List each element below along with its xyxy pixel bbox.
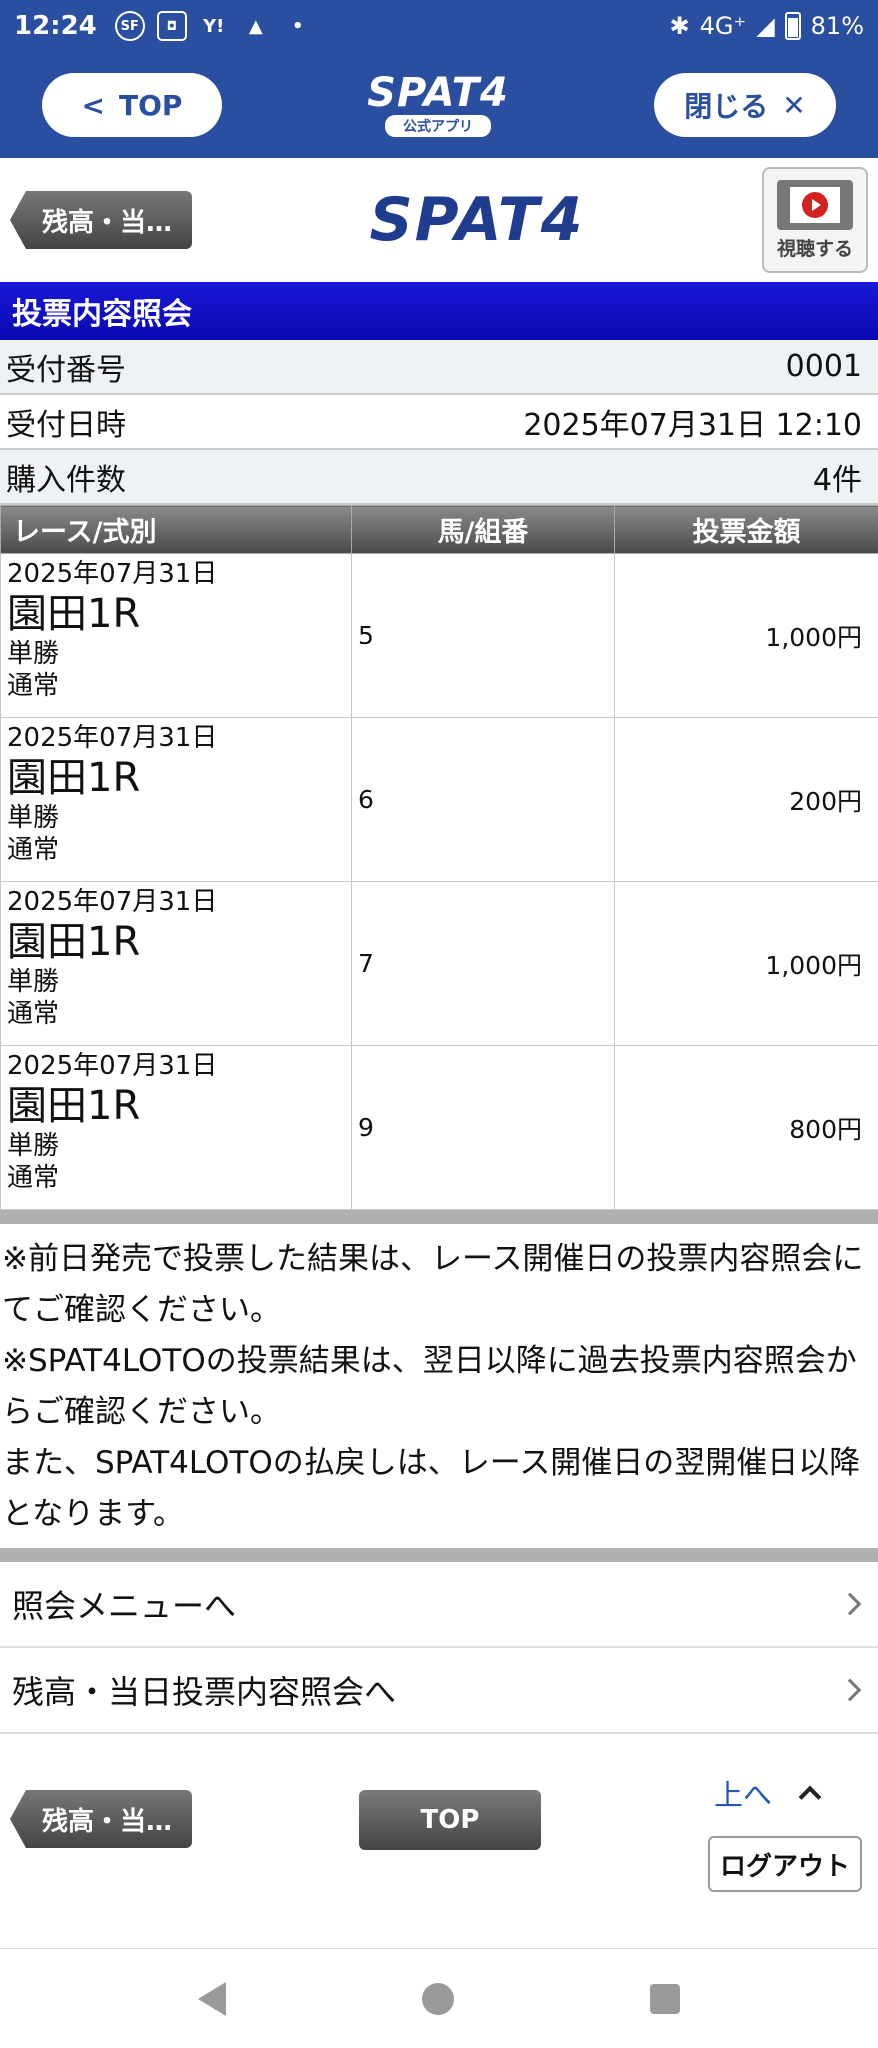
bluetooth-icon: ✱ [669,12,690,40]
note-text: また、SPAT4LOTOの払戻しは、レース開催日の翌開催日以降となります。 [2,1445,861,1532]
mountain-notification-icon: ▲ [248,15,263,37]
bet-mode: 通常 [7,671,60,701]
bet-amount: 1,000円 [614,881,878,1046]
footer-nav: 残高・当… TOP 上へ ログアウト [0,1734,878,1974]
race-name: 園田1R [7,1083,141,1129]
footer-top-button[interactable]: TOP [359,1790,541,1850]
bet-amount: 800円 [614,1045,878,1210]
app-header: < TOP SPAT4 公式アプリ 閉じる ✕ [0,52,878,158]
chevron-left-icon: < [81,88,106,122]
race-name: 園田1R [7,755,141,801]
table-header-row: レース/式別 馬/組番 投票金額 [0,505,878,554]
logout-button[interactable]: ログアウト [708,1836,862,1892]
table-row: 2025年07月31日 園田1R 単勝 通常 6 200円 [0,717,878,882]
recent-apps-icon[interactable] [650,1983,680,2014]
info-label: 受付日時 [6,407,126,443]
back-button[interactable]: 残高・当… [10,191,192,249]
header-number: 馬/組番 [351,505,615,554]
scroll-top-label: 上へ [714,1778,773,1812]
race-date: 2025年07月31日 [7,1051,218,1081]
header-amount: 投票金額 [614,505,878,554]
bet-mode: 通常 [7,999,60,1029]
chevron-right-icon [838,1592,862,1616]
receipt-number-row: 受付番号 0001 [0,340,878,395]
image-notification-icon: ◘ [156,11,187,41]
menu-item-label: 照会メニューへ [12,1587,237,1625]
bets-table: レース/式別 馬/組番 投票金額 2025年07月31日 園田1R 単勝 通常 … [0,505,878,1210]
divider [0,1548,878,1562]
info-value: 4件 [812,462,862,498]
note-text: ※SPAT4LOTOの投票結果は、翌日以降に過去投票内容照会からご確認ください。 [2,1343,857,1430]
play-icon [802,191,828,218]
race-cell: 2025年07月31日 園田1R 単勝 通常 [0,881,352,1046]
horse-number: 5 [351,553,615,718]
table-row: 2025年07月31日 園田1R 単勝 通常 7 1,000円 [0,881,878,1046]
inquiry-menu-link[interactable]: 照会メニューへ [0,1562,878,1648]
purchase-count-row: 購入件数 4件 [0,450,878,505]
close-button[interactable]: 閉じる ✕ [653,73,836,137]
bet-amount: 200円 [614,717,878,882]
race-name: 園田1R [7,591,141,637]
system-nav-bar [0,1948,878,2048]
top-button-label: TOP [119,88,183,122]
scroll-top-link[interactable]: 上へ [714,1772,822,1814]
horse-number: 6 [351,717,615,882]
app-logo-text: SPAT4 [367,70,509,116]
notes: ※前日発売で投票した結果は、レース開催日の投票内容照会にてご確認ください。 ※S… [0,1224,878,1548]
bet-type: 単勝 [7,803,60,833]
divider [0,1210,878,1224]
app-logo-subtitle: 公式アプリ [384,115,491,137]
header-race: レース/式別 [0,505,352,554]
horse-number: 9 [351,1045,615,1210]
table-row: 2025年07月31日 園田1R 単勝 通常 9 800円 [0,1045,878,1210]
info-value: 2025年07月31日 12:10 [523,407,862,443]
race-cell: 2025年07月31日 園田1R 単勝 通常 [0,717,352,882]
bet-type: 単勝 [7,967,60,997]
horse-number: 7 [351,881,615,1046]
note-text: ※前日発売で投票した結果は、レース開催日の投票内容照会にてご確認ください。 [2,1241,864,1328]
back-icon[interactable] [198,1981,226,2016]
watch-button-label: 視聴する [776,237,853,260]
table-row: 2025年07月31日 園田1R 単勝 通常 5 1,000円 [0,553,878,718]
balance-inquiry-link[interactable]: 残高・当日投票内容照会へ [0,1648,878,1734]
bet-mode: 通常 [7,835,60,865]
yahoo-notification-icon: Y! [203,15,225,37]
watch-button[interactable]: 視聴する [762,167,868,273]
signal-icon: ◢ [756,12,775,40]
video-icon [777,179,853,230]
app-notification-icon: SF [114,11,145,41]
menu-item-label: 残高・当日投票内容照会へ [12,1673,397,1711]
bet-amount: 1,000円 [614,553,878,718]
race-date: 2025年07月31日 [7,559,218,589]
footer-back-button[interactable]: 残高・当… [10,1790,192,1848]
site-logo: SPAT4 [369,185,585,255]
info-label: 購入件数 [6,462,126,498]
chevron-right-icon [838,1678,862,1702]
bet-type: 単勝 [7,1131,60,1161]
app-logo: SPAT4 公式アプリ [367,73,509,137]
race-name: 園田1R [7,919,141,965]
page-title: 投票内容照会 [0,282,878,340]
close-icon: ✕ [782,88,806,122]
chevron-up-icon [798,1785,822,1809]
race-date: 2025年07月31日 [7,723,218,753]
status-bar: 12:24 SF ◘ Y! ▲ • ✱ 4G⁺ ◢ 81% [0,0,878,52]
close-button-label: 閉じる [684,90,769,123]
info-label: 受付番号 [6,352,126,388]
network-type: 4G⁺ [699,12,747,40]
race-date: 2025年07月31日 [7,887,218,917]
more-notifications-icon: • [292,15,304,37]
bet-mode: 通常 [7,1163,60,1193]
bet-type: 単勝 [7,639,60,669]
home-icon[interactable] [422,1982,454,2015]
status-time: 12:24 [14,11,97,41]
info-value: 0001 [785,349,862,384]
battery-icon [784,12,801,40]
content-header: 残高・当… SPAT4 視聴する [0,158,878,282]
receipt-datetime-row: 受付日時 2025年07月31日 12:10 [0,395,878,450]
race-cell: 2025年07月31日 園田1R 単勝 通常 [0,553,352,718]
battery-level: 81% [810,12,864,40]
race-cell: 2025年07月31日 園田1R 単勝 通常 [0,1045,352,1210]
top-button[interactable]: < TOP [42,73,222,137]
